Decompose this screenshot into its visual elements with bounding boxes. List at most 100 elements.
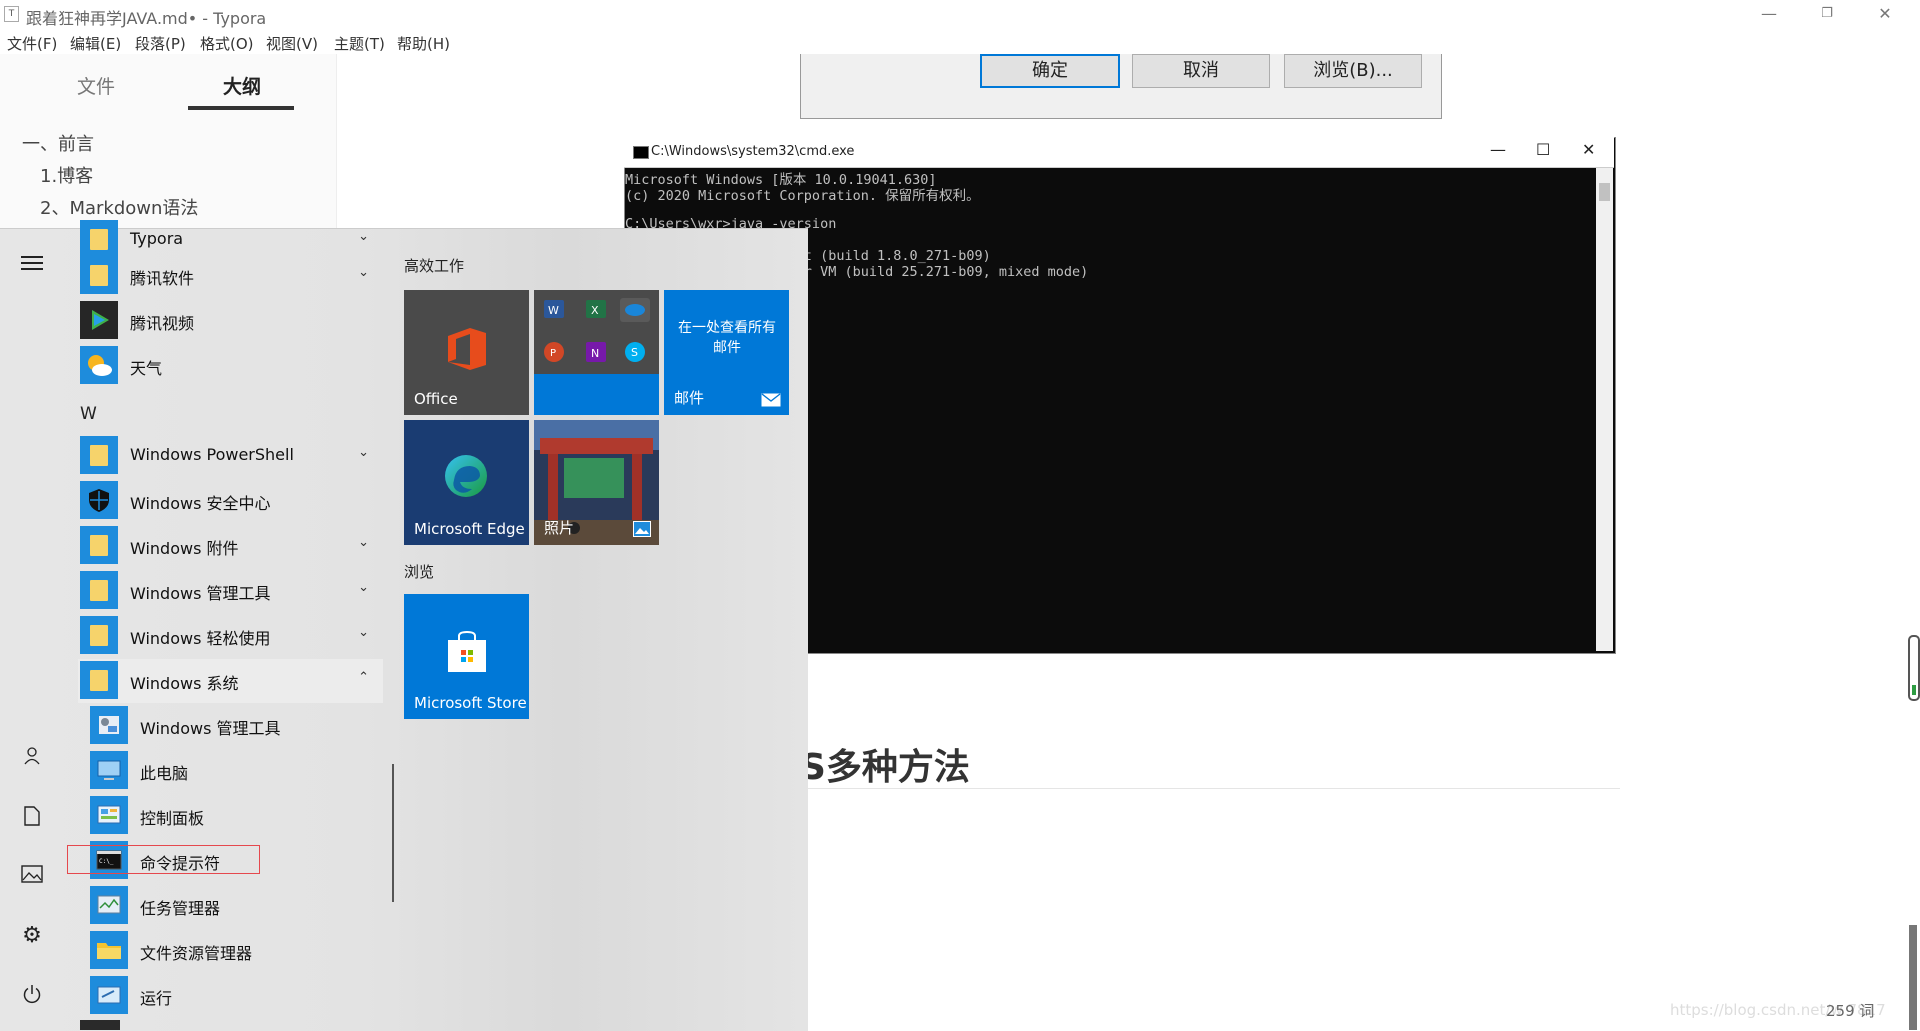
app-windows-security[interactable]: Windows 安全中心	[78, 479, 383, 523]
app-this-pc[interactable]: 此电脑	[88, 749, 393, 793]
cmd-title: C:\Windows\system32\cmd.exe	[651, 144, 855, 159]
editor-scrollbar[interactable]	[1909, 925, 1917, 1030]
chevron-down-icon[interactable]: ⌄	[358, 229, 369, 244]
svg-text:W: W	[548, 304, 559, 317]
close-icon[interactable]: ✕	[1856, 0, 1914, 30]
restore-icon[interactable]: ❐	[1798, 0, 1856, 30]
chevron-down-icon[interactable]: ⌄	[358, 625, 369, 640]
pictures-icon[interactable]	[20, 864, 44, 888]
chevron-up-icon[interactable]: ⌃	[358, 670, 369, 685]
menu-edit[interactable]: 编辑(E)	[70, 33, 121, 54]
word-count[interactable]: 259 词	[1826, 1000, 1874, 1021]
app-label: 运行	[140, 989, 173, 1008]
app-weather[interactable]: 天气	[78, 344, 383, 388]
app-list-scrollbar[interactable]	[392, 764, 394, 902]
app-tencent-video[interactable]: 腾讯视频	[78, 299, 383, 343]
outline-item[interactable]: 一、前言	[22, 130, 94, 156]
office-tile[interactable]: Office	[404, 290, 529, 415]
tile-label: 邮件	[674, 389, 705, 407]
photos-tile[interactable]: 照片	[534, 420, 659, 545]
app-folder-admin-tools[interactable]: Windows 管理工具 ⌄	[78, 569, 383, 613]
computer-icon	[90, 751, 128, 789]
chevron-down-icon[interactable]: ⌄	[358, 580, 369, 595]
control-panel-icon	[90, 796, 128, 834]
weather-icon	[80, 346, 118, 384]
section-letter-w[interactable]: W	[80, 404, 97, 424]
cancel-button[interactable]: 取消	[1132, 54, 1270, 88]
active-tab-indicator	[188, 106, 294, 110]
heading-divider	[800, 788, 1620, 789]
app-folder-powershell[interactable]: Windows PowerShell ⌄	[78, 434, 383, 478]
menu-view[interactable]: 视图(V)	[266, 33, 318, 54]
app-task-manager[interactable]: 任务管理器	[88, 884, 393, 928]
menu-format[interactable]: 格式(O)	[200, 33, 254, 54]
app-label: 腾讯视频	[130, 314, 195, 333]
menu-paragraph[interactable]: 段落(P)	[135, 33, 186, 54]
cmd-scrollbar[interactable]	[1596, 168, 1613, 651]
group-label-browse[interactable]: 浏览	[404, 561, 434, 582]
file-explorer-icon	[90, 931, 128, 969]
browse-button[interactable]: 浏览(B)...	[1284, 54, 1422, 88]
menu-theme[interactable]: 主题(T)	[334, 33, 385, 54]
folder-icon	[80, 661, 118, 699]
group-label-productivity[interactable]: 高效工作	[404, 255, 464, 276]
chevron-down-icon[interactable]: ⌄	[358, 535, 369, 550]
app-admin-tools[interactable]: Windows 管理工具	[88, 704, 393, 748]
edge-tile[interactable]: Microsoft Edge	[404, 420, 529, 545]
tile-label: 照片	[544, 519, 575, 537]
settings-icon[interactable]: ⚙	[20, 924, 44, 948]
menu-icon[interactable]	[20, 252, 44, 276]
app-control-panel[interactable]: 控制面板	[88, 794, 393, 838]
app-label: Windows 附件	[130, 539, 239, 558]
cmd-minimize-icon[interactable]: —	[1490, 140, 1506, 159]
app-folder-accessories[interactable]: Windows 附件 ⌄	[78, 524, 383, 568]
admin-tools-icon	[90, 706, 128, 744]
app-label: 腾讯软件	[130, 269, 195, 288]
office-apps-icons: W X P N S	[544, 298, 650, 362]
folder-icon	[80, 571, 118, 609]
mail-icon	[761, 393, 781, 407]
app-label: Typora	[130, 229, 184, 248]
folder-icon	[80, 616, 118, 654]
cmd-close-icon[interactable]: ✕	[1582, 140, 1595, 159]
menu-help[interactable]: 帮助(H)	[397, 33, 450, 54]
store-tile[interactable]: Microsoft Store	[404, 594, 529, 719]
app-file-explorer[interactable]: 文件资源管理器	[88, 929, 393, 973]
outline-item[interactable]: 1.博客	[40, 162, 93, 188]
app-label: 天气	[130, 359, 163, 378]
next-app-icon-partial	[80, 1020, 120, 1030]
store-icon	[448, 630, 486, 672]
tab-files[interactable]: 文件	[77, 72, 115, 99]
app-label: 此电脑	[140, 764, 189, 783]
outline-item[interactable]: 2、Markdown语法	[40, 194, 198, 220]
mail-tile[interactable]: 在一处查看所有邮件 邮件	[664, 290, 789, 415]
app-label: 任务管理器	[140, 899, 221, 918]
app-label: Windows 管理工具	[140, 719, 281, 738]
app-label: Windows PowerShell	[130, 445, 294, 464]
app-label: Windows 系统	[130, 674, 239, 693]
task-manager-icon	[90, 886, 128, 924]
shield-icon	[80, 481, 118, 519]
user-icon[interactable]	[20, 746, 44, 770]
menu-file[interactable]: 文件(F)	[7, 33, 57, 54]
chevron-down-icon[interactable]: ⌄	[358, 445, 369, 460]
cmd-scroll-thumb[interactable]	[1599, 183, 1610, 201]
photos-icon	[633, 521, 651, 537]
cmd-maximize-icon[interactable]: ☐	[1536, 140, 1550, 159]
office-apps-tile[interactable]: W X P N S	[534, 290, 659, 415]
minimize-icon[interactable]: —	[1740, 0, 1798, 30]
app-folder-windows-system[interactable]: Windows 系统 ⌃	[78, 659, 383, 703]
tab-outline[interactable]: 大纲	[223, 72, 261, 99]
power-icon[interactable]	[20, 984, 44, 1008]
typora-app-icon: T	[4, 6, 19, 22]
selection-highlight-box	[67, 845, 260, 874]
chevron-down-icon[interactable]: ⌄	[358, 265, 369, 280]
ok-button[interactable]: 确定	[980, 54, 1120, 88]
app-run[interactable]: 运行	[88, 974, 393, 1018]
run-icon	[90, 976, 128, 1014]
app-folder-ease-of-access[interactable]: Windows 轻松使用 ⌄	[78, 614, 383, 658]
app-label: Windows 安全中心	[130, 494, 271, 513]
app-folder-tencent[interactable]: 腾讯软件 ⌄	[78, 254, 383, 298]
tile-label: Office	[414, 390, 458, 408]
document-icon[interactable]	[20, 806, 44, 830]
